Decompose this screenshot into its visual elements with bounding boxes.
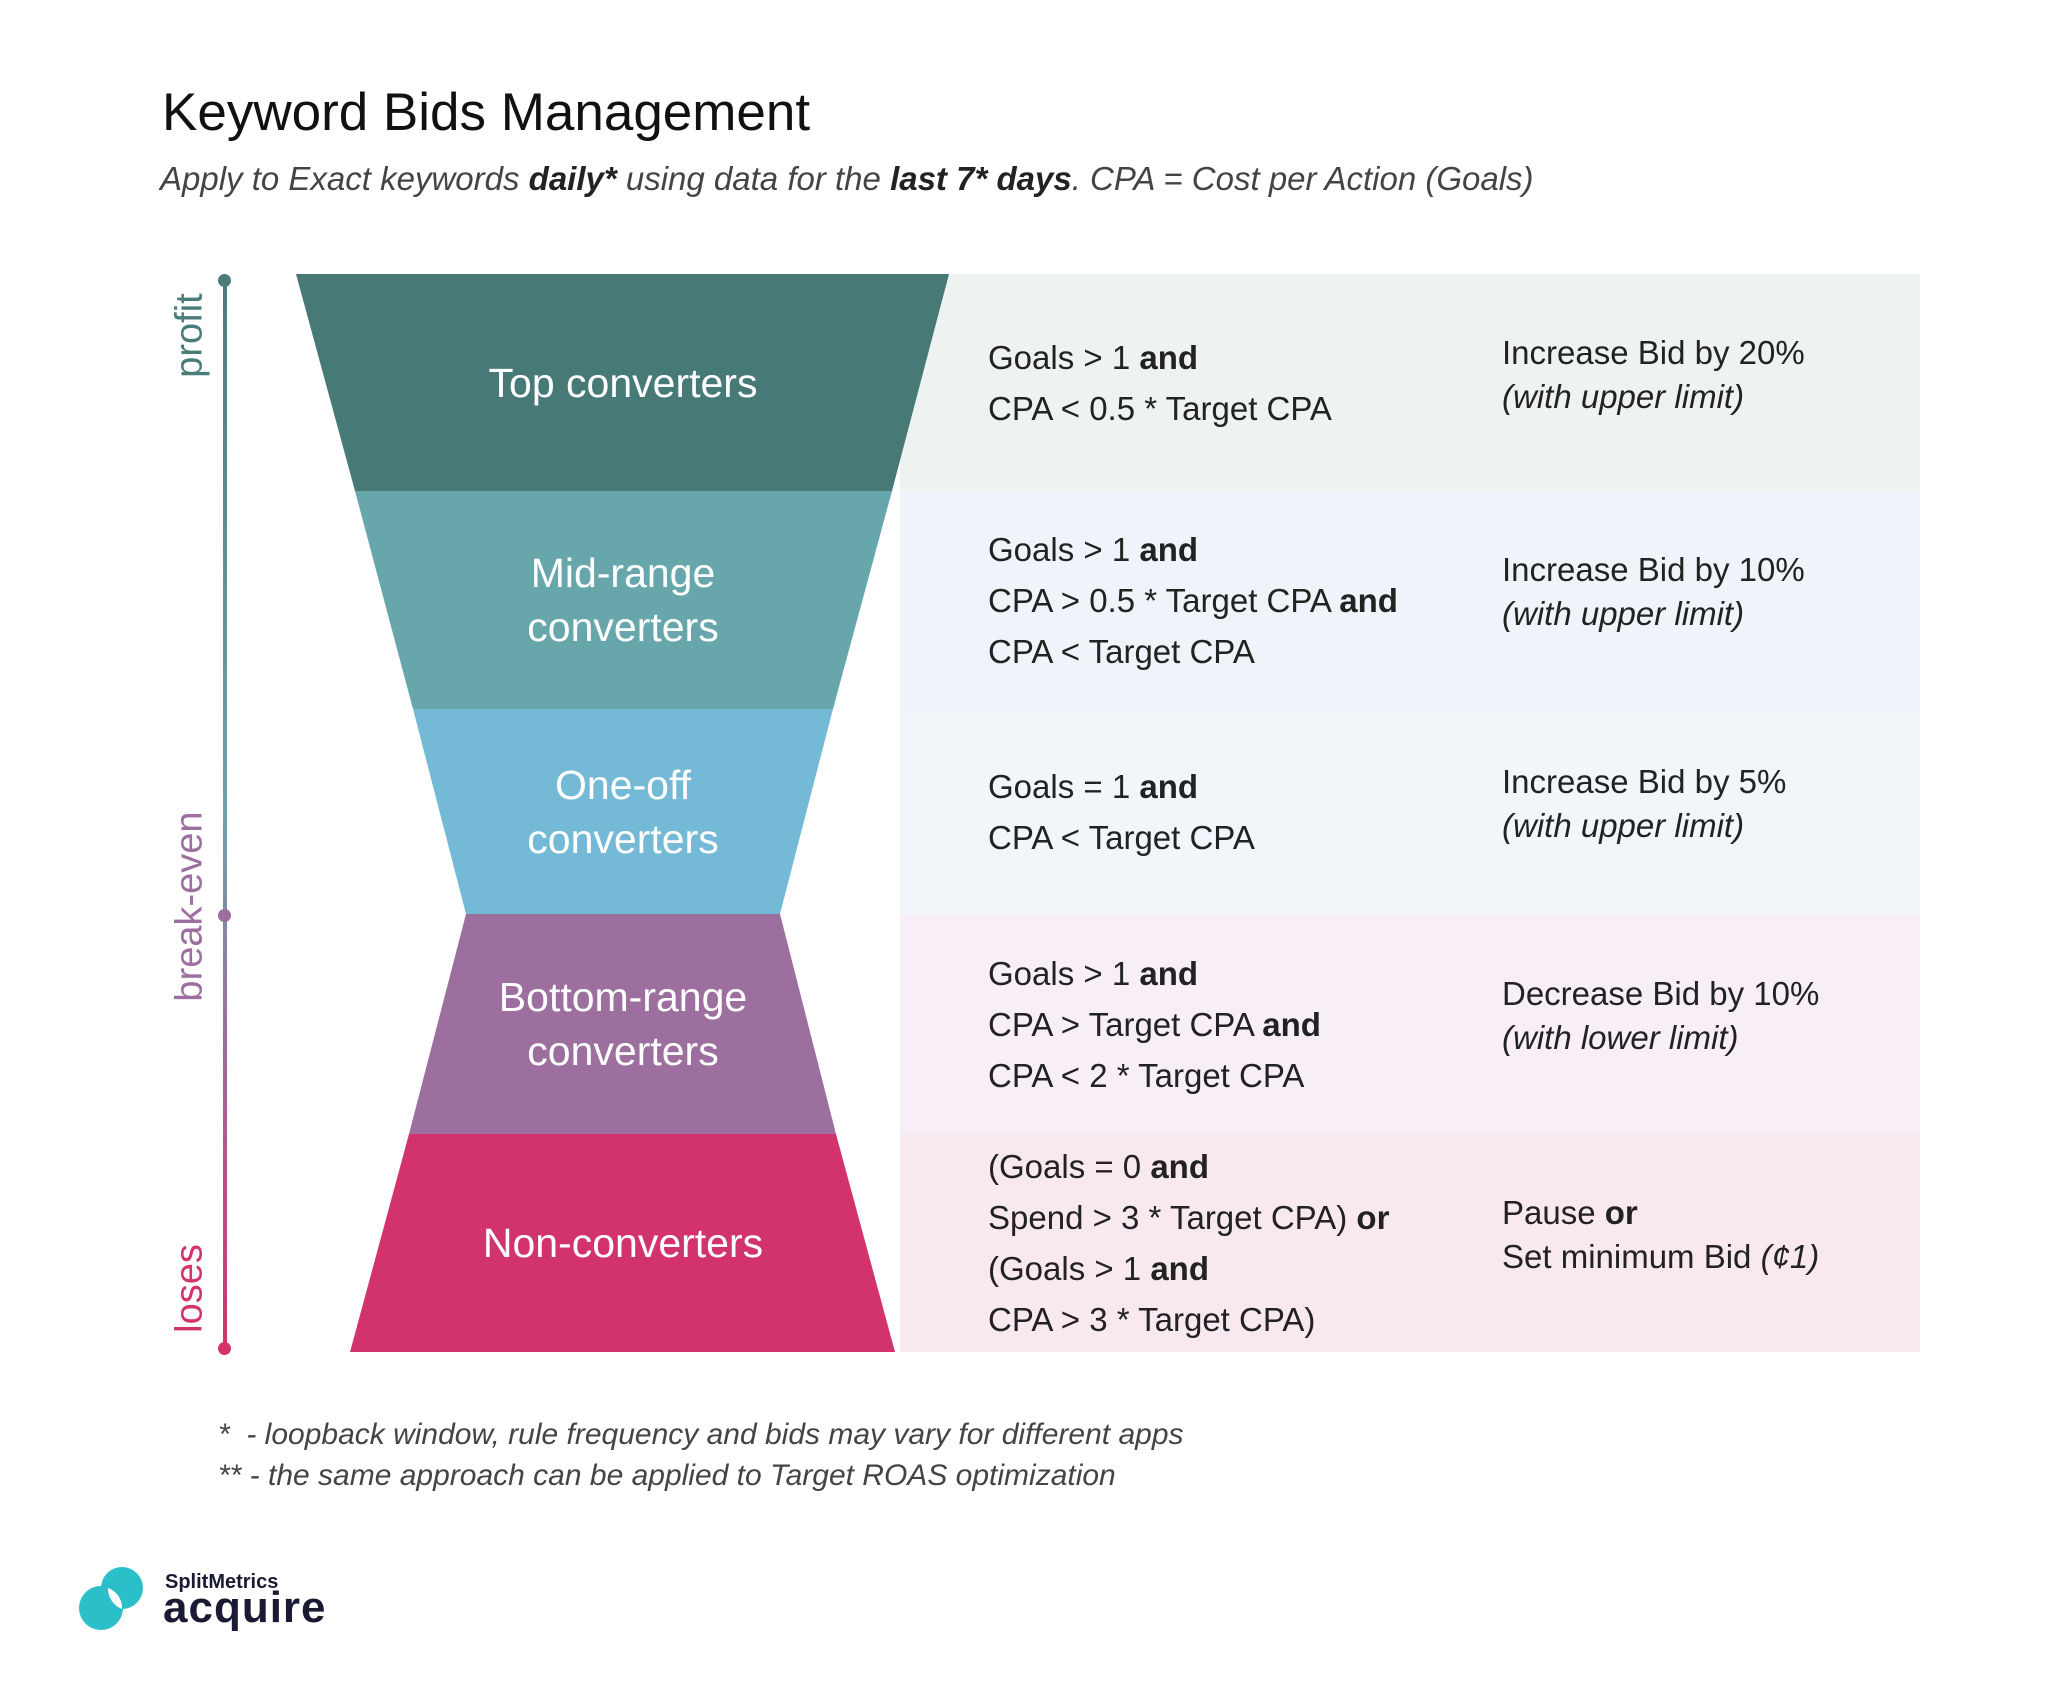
condition-text: Goals > 1 bbox=[988, 338, 1140, 376]
action-line: Increase Bid by 5% bbox=[1502, 760, 1786, 804]
condition-line: CPA < Target CPA bbox=[988, 812, 1255, 863]
condition-line: CPA < 0.5 * Target CPA bbox=[988, 383, 1332, 434]
action-text: Increase Bid by 20% bbox=[1502, 333, 1805, 371]
action-line: (with upper limit) bbox=[1502, 592, 1805, 636]
funnel-label-line: Non-converters bbox=[482, 1220, 764, 1266]
condition-text: CPA > 3 * Target CPA) bbox=[988, 1301, 1316, 1338]
footnote-1: * - loopback window, rule frequency and … bbox=[218, 1418, 1184, 1451]
action-text: or bbox=[1604, 1194, 1638, 1231]
condition-bottom-range-converters: Goals > 1 and CPA > Target CPA and CPA < 2… bbox=[988, 948, 1321, 1101]
condition-text: and bbox=[1262, 1005, 1321, 1043]
condition-one-off-converters: Goals = 1 and CPA < Target CPA bbox=[988, 761, 1255, 863]
condition-text: Goals > 1 bbox=[988, 954, 1140, 992]
action-text: Pause bbox=[1502, 1194, 1605, 1231]
condition-text: and bbox=[1150, 1250, 1209, 1287]
condition-line: Goals > 1 and bbox=[988, 524, 1398, 575]
condition-line: (Goals = 0 and bbox=[988, 1141, 1389, 1192]
axis-dot-top bbox=[218, 274, 231, 287]
action-line: Increase Bid by 10% bbox=[1502, 548, 1805, 592]
condition-text: CPA > Target CPA bbox=[988, 1005, 1263, 1043]
action-text: (with upper limit) bbox=[1502, 595, 1745, 632]
condition-text: CPA < Target CPA bbox=[988, 818, 1255, 856]
action-top-converters: Increase Bid by 20% (with upper limit) bbox=[1502, 331, 1805, 419]
condition-line: CPA > Target CPA and bbox=[988, 999, 1321, 1050]
action-bottom-range-converters: Decrease Bid by 10% (with lower limit) bbox=[1502, 972, 1819, 1060]
axis-line bbox=[223, 280, 227, 1348]
condition-text: (Goals = 0 bbox=[988, 1148, 1151, 1185]
condition-text: CPA < 2 * Target CPA bbox=[988, 1056, 1305, 1094]
action-one-off-converters: Increase Bid by 5% (with upper limit) bbox=[1502, 760, 1786, 848]
action-line: Increase Bid by 20% bbox=[1502, 331, 1805, 375]
action-text: (with upper limit) bbox=[1502, 377, 1745, 415]
condition-line: Goals = 1 and bbox=[988, 761, 1255, 812]
condition-non-converters: (Goals = 0 and Spend > 3 * Target CPA) or… bbox=[988, 1141, 1389, 1345]
condition-mid-range-converters: Goals > 1 and CPA > 0.5 * Target CPA and C… bbox=[988, 524, 1398, 677]
condition-text: and bbox=[1339, 581, 1398, 619]
action-text: Increase Bid by 5% bbox=[1502, 762, 1787, 800]
condition-text: CPA > 0.5 * Target CPA bbox=[988, 581, 1340, 619]
condition-line: Spend > 3 * Target CPA) or bbox=[988, 1192, 1389, 1243]
action-line: Set minimum Bid (¢1) bbox=[1502, 1235, 1819, 1279]
action-text: (¢1) bbox=[1760, 1238, 1820, 1275]
funnel-label-line: converters bbox=[527, 604, 719, 650]
action-line: (with upper limit) bbox=[1502, 375, 1805, 419]
footnote-2: ** - the same approach can be applied to… bbox=[218, 1459, 1116, 1492]
action-line: (with upper limit) bbox=[1502, 804, 1786, 848]
condition-line: Goals > 1 and bbox=[988, 948, 1321, 999]
axis-label-loses: loses bbox=[168, 1244, 211, 1333]
condition-text: and bbox=[1139, 530, 1199, 568]
condition-line: Goals > 1 and bbox=[988, 332, 1332, 383]
condition-line: CPA < Target CPA bbox=[988, 626, 1398, 677]
condition-text: CPA < 0.5 * Target CPA bbox=[988, 389, 1332, 427]
funnel-label-line: Mid-range bbox=[530, 550, 716, 596]
funnel-label-line: One-off bbox=[555, 761, 691, 808]
funnel-label-one-off-converters: One-off converters bbox=[323, 758, 923, 866]
funnel-label-non-converters: Non-converters bbox=[323, 1216, 923, 1270]
condition-text: Goals > 1 bbox=[988, 530, 1140, 568]
action-line: Pause or bbox=[1502, 1191, 1819, 1235]
condition-line: CPA < 2 * Target CPA bbox=[988, 1050, 1321, 1101]
condition-line: (Goals > 1 and bbox=[988, 1243, 1389, 1294]
funnel-label-line: converters bbox=[527, 815, 719, 862]
funnel-label-line: converters bbox=[527, 1028, 719, 1074]
funnel-label-bottom-range-converters: Bottom-range converters bbox=[323, 970, 923, 1078]
splitmetrics-logo-icon bbox=[79, 1567, 143, 1630]
action-non-converters: Pause or Set minimum Bid (¢1) bbox=[1502, 1191, 1819, 1279]
funnel-label-line: Bottom-range bbox=[498, 974, 748, 1020]
condition-text: and bbox=[1139, 954, 1199, 992]
condition-text: and bbox=[1150, 1148, 1209, 1185]
condition-text: and bbox=[1139, 767, 1199, 805]
funnel-label-line: Top converters bbox=[488, 359, 758, 406]
condition-text: and bbox=[1139, 338, 1199, 376]
funnel-label-top-converters: Top converters bbox=[323, 356, 923, 410]
action-text: (with lower limit) bbox=[1502, 1019, 1739, 1056]
action-line: Decrease Bid by 10% bbox=[1502, 972, 1819, 1016]
action-text: (with upper limit) bbox=[1502, 806, 1745, 844]
action-text: Decrease Bid by 10% bbox=[1502, 975, 1820, 1012]
action-mid-range-converters: Increase Bid by 10% (with upper limit) bbox=[1502, 548, 1805, 636]
condition-text: Goals = 1 bbox=[988, 767, 1140, 805]
condition-text: or bbox=[1356, 1199, 1390, 1236]
logo-brand-big: acquire bbox=[163, 1583, 327, 1632]
action-text: Set minimum Bid bbox=[1502, 1238, 1761, 1275]
axis-dot-middle bbox=[218, 909, 231, 922]
axis-label-break-even: break-even bbox=[168, 811, 211, 1002]
funnel-label-mid-range-converters: Mid-range converters bbox=[323, 546, 923, 654]
axis-dot-bottom bbox=[218, 1342, 231, 1355]
condition-line: CPA > 0.5 * Target CPA and bbox=[988, 575, 1398, 626]
axis-label-profit: profit bbox=[168, 293, 211, 378]
action-text: Increase Bid by 10% bbox=[1502, 551, 1805, 588]
condition-top-converters: Goals > 1 and CPA < 0.5 * Target CPA bbox=[988, 332, 1332, 434]
condition-text: Spend > 3 * Target CPA) bbox=[988, 1199, 1357, 1236]
condition-text: CPA < Target CPA bbox=[988, 632, 1255, 670]
action-line: (with lower limit) bbox=[1502, 1016, 1819, 1060]
condition-line: CPA > 3 * Target CPA) bbox=[988, 1294, 1389, 1345]
condition-text: (Goals > 1 bbox=[988, 1250, 1151, 1287]
